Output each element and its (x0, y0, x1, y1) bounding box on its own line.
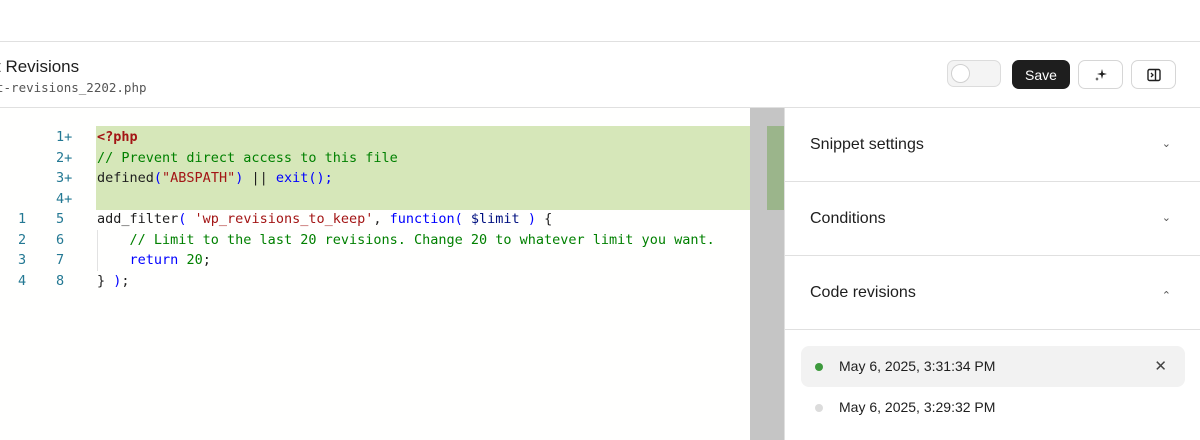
code-line: 1 5 add_filter( 'wp_revisions_to_keep', fu… (0, 209, 750, 230)
code-text: return 20; (97, 250, 211, 271)
new-line-number: 7 (56, 252, 65, 268)
old-line-number: 1 (18, 211, 27, 227)
sidebar-toggle-icon (1146, 68, 1161, 81)
code-line: 2 6 // Limit to the last 20 revisions. Ch… (0, 230, 750, 251)
code-text: <?php (97, 127, 138, 148)
code-token: { (544, 211, 553, 227)
code-token: add_filter (97, 211, 179, 227)
new-line-number: 1+ (56, 129, 73, 145)
active-toggle[interactable] (947, 60, 1001, 87)
code-token: return (129, 252, 179, 268)
code-token: ( (454, 211, 471, 227)
chevron-down-icon: ⌄ (1161, 212, 1171, 224)
revision-item[interactable]: May 6, 2025, 3:31:34 PM ✕ (801, 346, 1185, 387)
code-token: || (243, 170, 276, 186)
code-line: 4+ (0, 189, 750, 210)
code-line: 3+ defined("ABSPATH") || exit(); (0, 168, 750, 189)
code-token: ; (121, 272, 130, 289)
code-token: exit(); (275, 170, 333, 186)
panel-conditions[interactable]: Conditions ⌄ (785, 182, 1200, 256)
code-text: defined("ABSPATH") || exit(); (97, 168, 333, 189)
sparkles-icon (1094, 68, 1107, 81)
code-token: ; (202, 252, 211, 268)
snippet-sidebar: Snippet settings ⌄ Conditions ⌄ Code rev… (784, 108, 1200, 440)
revision-date: May 6, 2025, 3:31:34 PM (839, 358, 996, 374)
code-line: 4 8 } ); (0, 271, 750, 292)
code-token: ( (178, 211, 195, 227)
status-dot (815, 404, 823, 412)
code-token: } (97, 272, 114, 289)
code-token: // Limit to the last 20 revisions. Chang… (129, 231, 715, 248)
old-line-number: 4 (18, 272, 27, 289)
close-icon[interactable]: ✕ (1154, 357, 1167, 375)
code-token: $limit (470, 211, 520, 227)
code-token: function (389, 211, 455, 227)
save-button[interactable]: Save (1012, 60, 1070, 89)
file-name: t-revisions_2202.php (0, 80, 147, 95)
chevron-down-icon: ⌄ (1161, 138, 1171, 150)
code-token: ) (519, 211, 545, 227)
revision-date: May 6, 2025, 3:29:32 PM (839, 399, 996, 415)
code-token: ( (153, 170, 163, 186)
new-line-number: 4+ (56, 190, 73, 207)
new-line-number: 8 (56, 272, 65, 289)
code-text: } ); (97, 271, 130, 292)
code-token: defined (97, 170, 154, 186)
old-line-number: 2 (18, 231, 27, 248)
panel-title: Snippet settings (810, 136, 924, 153)
scrollbar-change-marker (767, 126, 784, 210)
ai-assist-button[interactable] (1078, 60, 1123, 89)
chevron-up-icon: ⌃ (1161, 290, 1171, 302)
code-line: 3 7 return 20; (0, 250, 750, 271)
code-text: // Limit to the last 20 revisions. Chang… (97, 230, 715, 251)
code-token: // Prevent direct access to this file (97, 149, 398, 166)
code-token: , (373, 211, 390, 227)
code-token: <?php (97, 129, 138, 145)
code-token: "ABSPATH" (162, 170, 236, 186)
top-bar (0, 0, 1200, 42)
code-token: 20 (186, 252, 203, 268)
code-token: 'wp_revisions_to_keep' (194, 211, 374, 227)
toggle-knob (951, 64, 970, 83)
new-line-number: 2+ (56, 149, 73, 166)
code-line: 1+ <?php (0, 127, 750, 148)
panel-title: Conditions (810, 210, 886, 227)
page-title: t Revisions (0, 57, 80, 76)
panel-title: Code revisions (810, 284, 916, 301)
new-line-number: 5 (56, 211, 65, 227)
panel-code-revisions[interactable]: Code revisions ⌃ (785, 256, 1200, 330)
old-line-number: 3 (18, 252, 27, 268)
code-text: // Prevent direct access to this file (97, 148, 398, 169)
status-dot (815, 363, 823, 371)
code-diff-editor[interactable]: 1+ <?php 2+ // Prevent direct access to thi… (0, 108, 750, 440)
toggle-sidebar-button[interactable] (1131, 60, 1176, 89)
new-line-number: 3+ (56, 170, 73, 186)
revision-item[interactable]: May 6, 2025, 3:29:32 PM (801, 387, 1185, 428)
new-line-number: 6 (56, 231, 65, 248)
code-text: add_filter( 'wp_revisions_to_keep', func… (97, 209, 552, 230)
panel-snippet-settings[interactable]: Snippet settings ⌄ (785, 108, 1200, 182)
editor-header: t Revisions t-revisions_2202.php Save (0, 42, 1200, 108)
code-line: 2+ // Prevent direct access to this file (0, 148, 750, 169)
